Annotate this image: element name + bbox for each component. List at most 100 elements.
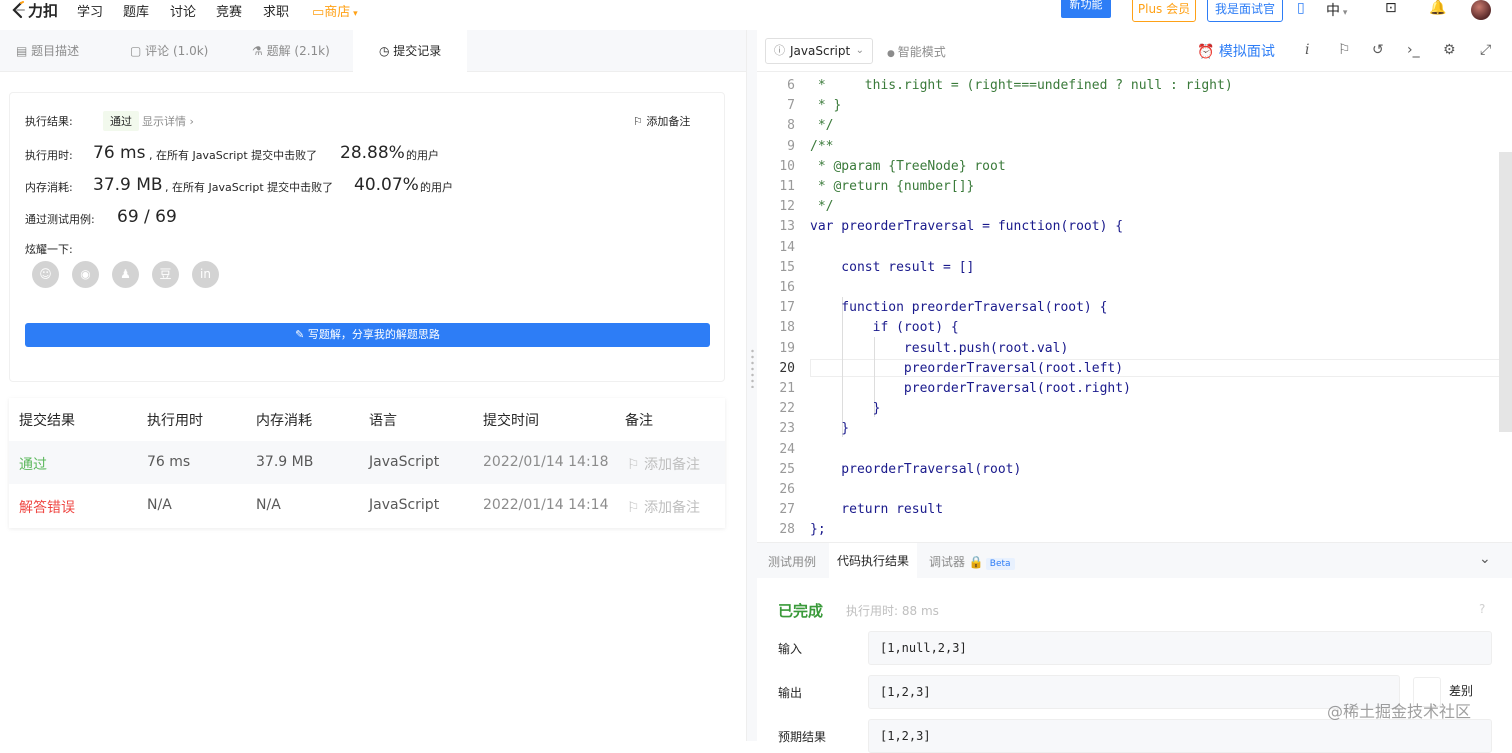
chevron-down-icon: ▾ <box>350 9 358 19</box>
code-line[interactable]: var preorderTraversal = function(root) { <box>810 219 1123 234</box>
write-solution-button[interactable]: ✎ 写题解，分享我的解题思路 <box>25 323 710 347</box>
code-line[interactable]: if (root) { <box>810 320 959 335</box>
smart-mode-toggle[interactable]: ● 智能模式 <box>887 43 946 60</box>
lock-icon: 🔒 <box>968 555 984 569</box>
nav-discuss[interactable]: 讨论 <box>170 1 196 20</box>
plus-member-button[interactable]: Plus 会员 <box>1132 0 1196 22</box>
memory-label: 内存消耗: <box>25 181 73 194</box>
flag-icon: ⚐ <box>633 115 647 128</box>
help-icon[interactable]: ? <box>1479 602 1485 616</box>
tab-solutions-label: 题解 (2.1k) <box>266 44 330 58</box>
table-row[interactable]: 解答错误 N/A N/A JavaScript 2022/01/14 14:14… <box>9 484 725 527</box>
play-flag-icon[interactable]: ⚐ <box>1338 42 1351 58</box>
code-line[interactable]: */ <box>810 199 834 214</box>
new-feature-button[interactable]: 新功能 <box>1061 0 1111 18</box>
row-note-label: 添加备注 <box>644 500 701 516</box>
memory-value: 37.9 MB <box>93 175 163 195</box>
table-row[interactable]: 通过 76 ms 37.9 MB JavaScript 2022/01/14 1… <box>9 441 725 484</box>
code-line[interactable]: return result <box>810 502 943 517</box>
code-line[interactable]: preorderTraversal(root) <box>810 462 1021 477</box>
mock-interview-button[interactable]: ⏰ 模拟面试 <box>1197 41 1275 61</box>
line-number: 12 <box>779 199 795 215</box>
tab-run-result[interactable]: 代码执行结果 <box>829 543 918 579</box>
fullscreen-icon[interactable]: ⤢ <box>1480 42 1491 58</box>
diff-button[interactable]: 差别 <box>1449 682 1473 699</box>
console-icon[interactable]: ›_ <box>1407 42 1420 58</box>
output-label: 输出 <box>778 686 803 700</box>
row-submit-time: 2022/01/14 14:18 <box>483 454 609 470</box>
code-playground-icon[interactable]: ⊡ <box>1385 0 1397 16</box>
code-editor[interactable]: 6 7 8 9 10 11 12 13 14 15 16 17 18 19 20 21 22 23 24 25 26 27… <box>757 72 1512 542</box>
code-line[interactable]: * @return {number[]} <box>810 179 975 194</box>
nav-contest[interactable]: 竞赛 <box>216 1 242 20</box>
chevron-down-icon[interactable]: ⌄ <box>1479 551 1491 567</box>
tab-debugger[interactable]: 调试器 🔒 Beta <box>929 553 1015 570</box>
row-add-note[interactable]: ⚐ 添加备注 <box>627 454 700 474</box>
exec-result-label: 执行结果: <box>25 115 73 128</box>
row-add-note[interactable]: ⚐ 添加备注 <box>627 497 700 517</box>
code-line[interactable]: const result = [] <box>810 260 974 275</box>
language-switch[interactable]: 中 ▾ <box>1326 0 1347 20</box>
table-header: 语言 <box>369 413 397 429</box>
line-number: 20 <box>779 360 795 376</box>
code-line[interactable]: } <box>810 421 849 436</box>
leetcode-logo-icon[interactable] <box>10 1 26 19</box>
weibo-icon[interactable]: ◉ <box>72 261 99 288</box>
code-line[interactable]: } <box>810 401 881 416</box>
info-icon: ⓘ <box>774 44 785 57</box>
reset-icon[interactable]: ↺ <box>1372 42 1384 58</box>
tab-comments[interactable]: ▢ 评论 (1.0k) <box>130 30 208 72</box>
line-number: 6 <box>787 78 795 93</box>
line-number: 26 <box>779 482 795 497</box>
settings-icon[interactable]: ⚙ <box>1443 42 1456 58</box>
linkedin-icon[interactable]: in <box>192 261 219 288</box>
code-line[interactable]: * @param {TreeNode} root <box>810 159 1006 174</box>
row-submit-time: 2022/01/14 14:14 <box>483 497 609 513</box>
add-note-label: 添加备注 <box>646 115 691 128</box>
notification-bell-icon[interactable]: 🔔 <box>1429 0 1446 16</box>
flag-icon: ⚐ <box>627 500 645 516</box>
code-line[interactable]: result.push(root.val) <box>810 341 1068 356</box>
console-tab-bar: 测试用例 代码执行结果 调试器 🔒 Beta ⌄ <box>757 542 1512 579</box>
logo-text[interactable]: 力扣 <box>28 0 58 21</box>
row-result[interactable]: 通过 <box>19 454 47 474</box>
qq-icon[interactable]: ♟ <box>112 261 139 288</box>
row-result[interactable]: 解答错误 <box>19 497 75 517</box>
mobile-icon[interactable]: ▯ <box>1297 0 1305 16</box>
wechat-icon[interactable]: ☺ <box>32 261 59 288</box>
code-line[interactable]: preorderTraversal(root.left) <box>810 361 1123 376</box>
nav-jobs[interactable]: 求职 <box>263 1 289 20</box>
flag-icon: ⚐ <box>627 457 645 473</box>
tab-description-label: 题目描述 <box>31 44 80 58</box>
submission-result-card: 执行结果: 通过 显示详情 › ⚐ 添加备注 执行用时: 76 ms , 在所有… <box>9 92 725 382</box>
nav-shop[interactable]: ▭商店 ▾ <box>312 1 358 20</box>
nav-problems[interactable]: 题库 <box>123 1 149 20</box>
language-select[interactable]: ⓘ JavaScript ⌄ <box>765 38 873 64</box>
vertical-scrollbar[interactable] <box>1499 152 1512 432</box>
panel-splitter[interactable] <box>746 30 757 741</box>
tab-testcase[interactable]: 测试用例 <box>768 553 816 570</box>
interviewer-button[interactable]: 我是面试官 <box>1207 0 1283 22</box>
show-details-link[interactable]: 显示详情 › <box>142 113 194 129</box>
code-line[interactable]: function preorderTraversal(root) { <box>810 300 1107 315</box>
code-line[interactable]: /** <box>810 139 833 154</box>
nav-learn[interactable]: 学习 <box>77 1 103 20</box>
code-line[interactable]: preorderTraversal(root.right) <box>810 381 1131 396</box>
code-line[interactable]: * } <box>810 98 842 113</box>
row-memory: N/A <box>256 497 281 513</box>
tab-solutions[interactable]: ⚗ 题解 (2.1k) <box>252 30 330 72</box>
info-italic-icon[interactable]: i <box>1305 42 1309 58</box>
code-line[interactable]: */ <box>810 118 834 133</box>
drag-handle-icon[interactable] <box>751 348 754 388</box>
tab-description[interactable]: ▤ 题目描述 <box>16 30 79 72</box>
douban-icon[interactable]: 豆 <box>152 261 179 288</box>
expected-label: 预期结果 <box>778 730 827 744</box>
tab-submissions[interactable]: ◷ 提交记录 <box>353 30 468 72</box>
add-note-button[interactable]: ⚐ 添加备注 <box>633 113 690 129</box>
avatar[interactable] <box>1471 0 1491 20</box>
code-line[interactable]: * this.right = (right===undefined ? null… <box>810 78 1233 93</box>
code-line[interactable]: }; <box>810 522 826 537</box>
line-number: 14 <box>779 239 795 255</box>
row-memory: 37.9 MB <box>256 454 314 470</box>
dot-icon: ● <box>887 49 898 59</box>
